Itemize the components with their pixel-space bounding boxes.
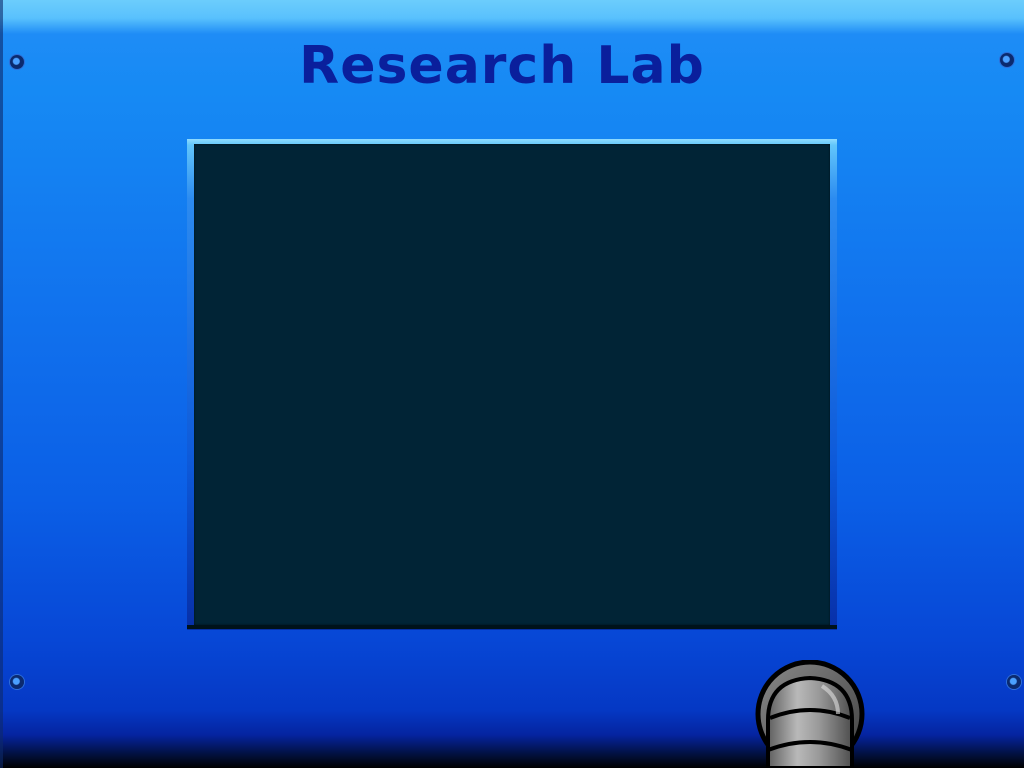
rivet-icon: [1007, 675, 1021, 689]
rivet-icon: [1000, 53, 1014, 67]
page-title: Research Lab: [299, 36, 705, 96]
monitor-bottom-edge: [187, 625, 837, 629]
panel-left-edge: [0, 0, 3, 768]
pipe-icon[interactable]: [752, 660, 868, 768]
rivet-icon: [10, 675, 24, 689]
research-screen[interactable]: [194, 144, 830, 625]
rivet-icon: [10, 55, 24, 69]
